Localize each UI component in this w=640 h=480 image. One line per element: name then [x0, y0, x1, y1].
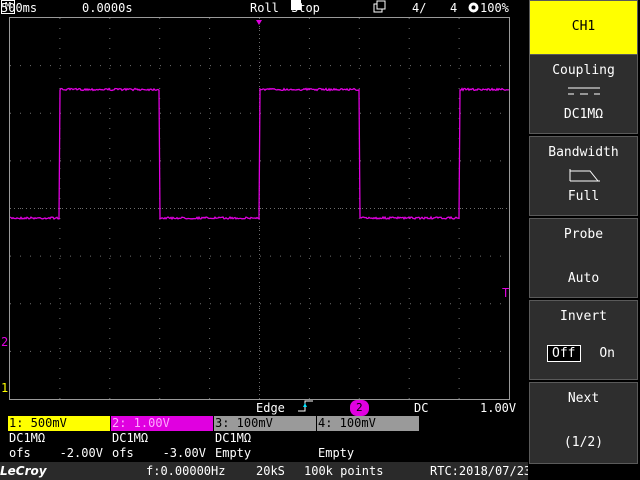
rising-edge-icon	[298, 400, 314, 416]
segment-index: 4/	[412, 1, 427, 15]
trigger-level-marker: T	[502, 286, 509, 300]
record-length: 100k points	[304, 464, 384, 478]
ch1-ground-marker: 1	[1, 381, 9, 395]
dc-coupling-icon	[530, 85, 637, 101]
zoom-readout[interactable]: 100%	[467, 0, 509, 17]
coupling-button[interactable]: Coupling DC1MΩ	[529, 54, 638, 134]
bandwidth-button[interactable]: Bandwidth Full	[529, 136, 638, 216]
trigger-source: 2	[350, 400, 369, 416]
stop-square-icon	[291, 0, 301, 10]
ch1-info[interactable]: 1: 500mV DC1MΩ ofs -2.00V	[8, 416, 110, 462]
status-bar: M 500ms 0.0000s Roll Stop 4/ 4 100%	[0, 0, 528, 17]
bandwidth-filter-icon	[530, 167, 637, 187]
invert-button[interactable]: Invert Off On	[529, 300, 638, 380]
segment-total: 4	[450, 1, 458, 15]
ch2-waveform	[10, 87, 509, 221]
trigger-type: Edge	[256, 401, 285, 415]
mode-m-icon: M	[1, 0, 15, 14]
next-page-button[interactable]: Next (1/2)	[529, 382, 638, 464]
frequency-counter: f:0.00000Hz	[146, 464, 226, 478]
ch4-info[interactable]: 4: 100mV Empty	[317, 416, 419, 462]
run-stop-status[interactable]: Stop	[291, 0, 320, 17]
gear-zoom-icon	[468, 2, 479, 13]
ch2-info[interactable]: 2: 1.00V DC1MΩ ofs -3.00V	[111, 416, 213, 462]
lecroy-logo: LeCroy	[0, 464, 47, 478]
trigger-coupling: DC	[414, 401, 429, 415]
ch2-ground-marker: 2	[1, 335, 9, 349]
scope-canvas: T	[10, 18, 509, 399]
waveform-display[interactable]: T 2 1	[1, 17, 510, 400]
timebase-readout[interactable]: M 500ms	[1, 0, 37, 17]
delay-readout[interactable]: 0.0000s	[82, 0, 133, 17]
probe-button[interactable]: Probe Auto	[529, 218, 638, 298]
invert-toggle[interactable]: Off On	[530, 345, 637, 362]
trigger-level: 1.00V	[480, 401, 517, 415]
invert-off-option[interactable]: Off	[547, 345, 581, 362]
sample-rate: 20kS	[256, 464, 285, 478]
softkey-menu: CH1 Coupling DC1MΩ Bandwidth Full Probe …	[528, 0, 640, 480]
ch3-info[interactable]: 3: 100mV DC1MΩ Empty	[214, 416, 316, 462]
trigger-info[interactable]: Edge 2 DC 1.00V	[0, 400, 528, 416]
acquisition-mode: Roll	[250, 1, 279, 15]
trigger-position-marker	[256, 20, 262, 25]
invert-on-option[interactable]: On	[594, 345, 620, 362]
